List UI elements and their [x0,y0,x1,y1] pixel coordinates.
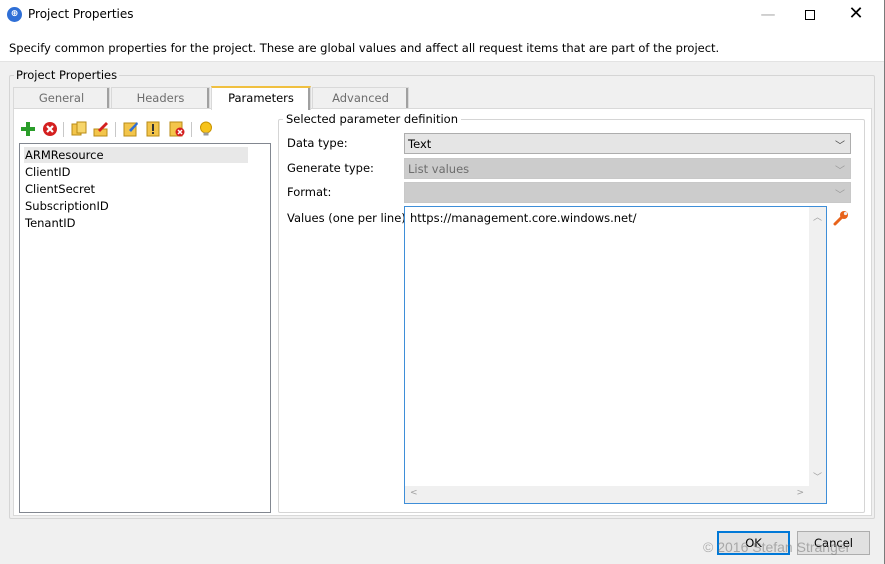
chevron-down-icon: ﹀ [835,166,845,177]
edit-values-icon[interactable] [123,121,139,137]
maximize-icon [805,9,815,20]
tab-general[interactable]: General [13,87,110,109]
copy-icon[interactable] [71,121,87,137]
generate-type-value: List values [408,162,470,176]
values-label: Values (one per line): [287,211,410,225]
minimize-button[interactable]: — [746,0,790,30]
scroll-down-icon[interactable]: ﹀ [813,470,822,483]
list-item[interactable]: TenantID [24,215,248,231]
format-select: ﹀ [404,182,851,203]
group-title: Project Properties [14,68,120,82]
chevron-down-icon: ﹀ [835,141,845,152]
data-type-select[interactable]: Text ﹀ [404,133,851,154]
parameter-definition-legend: Selected parameter definition [283,112,462,126]
generate-type-select: List values ﹀ [404,158,851,179]
clear-icon[interactable] [169,121,185,137]
scrollbar-corner [809,486,826,503]
horizontal-scrollbar[interactable]: < > [405,486,826,503]
values-textarea[interactable]: https://management.core.windows.net/ ︿ ﹀… [404,206,827,504]
parameter-list[interactable]: ARMResource ClientID ClientSecret Subscr… [19,143,271,513]
close-button[interactable]: ✕ [834,0,878,30]
add-icon[interactable] [20,121,36,137]
toolbar-separator [63,122,64,137]
title-bar[interactable]: ⊕ Project Properties — ✕ [0,0,884,30]
data-type-value: Text [408,137,432,151]
maximize-button[interactable] [788,0,832,30]
tab-parameters[interactable]: Parameters [211,86,311,110]
list-item[interactable]: ARMResource [24,147,248,163]
chevron-down-icon: ﹀ [835,190,845,201]
list-item[interactable]: SubscriptionID [24,198,248,214]
list-item[interactable]: ClientID [24,164,248,180]
tab-headers[interactable]: Headers [111,87,210,109]
scroll-right-icon[interactable]: > [796,488,804,498]
format-label: Format: [287,185,332,199]
app-icon: ⊕ [7,7,22,22]
scroll-up-icon[interactable]: ︿ [813,210,822,223]
toolbar-separator [191,122,192,137]
tab-advanced[interactable]: Advanced [312,87,409,109]
scroll-left-icon[interactable]: < [410,488,418,498]
dialog-description: Specify common properties for the projec… [0,30,884,62]
lightbulb-icon[interactable] [198,121,214,137]
delete-icon[interactable] [42,121,58,137]
values-text: https://management.core.windows.net/ [410,211,637,225]
project-properties-window: ⊕ Project Properties — ✕ Specify common … [0,0,885,564]
generate-type-label: Generate type: [287,161,374,175]
data-type-label: Data type: [287,136,348,150]
window-title: Project Properties [28,7,134,21]
wrench-icon[interactable] [833,210,849,226]
rename-icon[interactable] [93,121,109,137]
list-item[interactable]: ClientSecret [24,181,248,197]
vertical-scrollbar[interactable]: ︿ ﹀ [809,207,826,486]
info-icon[interactable] [146,121,162,137]
watermark: © 2016 Stefan Stranger [703,539,851,555]
toolbar-separator [115,122,116,137]
